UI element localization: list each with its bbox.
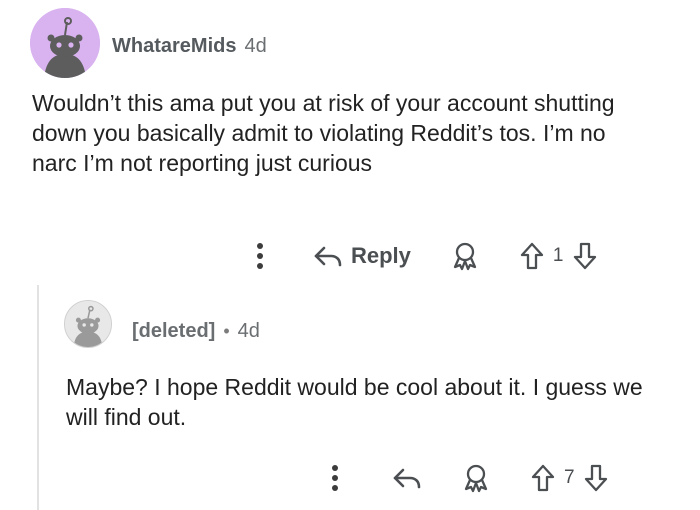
downvote-button[interactable]	[572, 241, 598, 271]
reply-arrow-icon	[314, 246, 342, 267]
comment-body: Wouldn’t this ama put you at risk of you…	[32, 90, 615, 176]
vote-controls: 1	[519, 241, 598, 271]
downvote-arrow-icon	[573, 242, 596, 270]
downvote-arrow-icon	[584, 464, 607, 492]
avatar[interactable]	[30, 8, 100, 78]
vote-count: 1	[552, 245, 564, 266]
snoo-avatar-icon	[65, 301, 111, 347]
comment-meta: WhatareMids 4d	[112, 35, 267, 58]
comment-body: Maybe? I hope Reddit would be cool about…	[66, 374, 643, 430]
reply-label: Reply	[351, 243, 411, 268]
award-button[interactable]	[449, 236, 481, 276]
comment-actions: 7	[320, 458, 609, 498]
vertical-dots-icon	[332, 465, 338, 491]
comment-age: 4d	[237, 320, 260, 342]
award-button[interactable]	[460, 458, 492, 498]
meta-separator: •	[223, 321, 230, 341]
comment: WhatareMids 4d Wouldn’t this ama put you…	[0, 0, 700, 280]
award-icon	[453, 242, 477, 271]
comment-meta: [deleted] • 4d	[132, 320, 260, 343]
username[interactable]: WhatareMids	[112, 35, 236, 58]
snoo-avatar-icon	[30, 8, 100, 78]
avatar[interactable]	[64, 300, 112, 348]
award-icon	[464, 464, 488, 493]
reply-button[interactable]	[392, 458, 422, 498]
username: [deleted]	[132, 320, 216, 342]
upvote-button[interactable]	[530, 463, 556, 493]
vote-controls: 7	[530, 463, 609, 493]
upvote-arrow-icon	[531, 464, 555, 492]
comment-age: 4d	[244, 35, 267, 57]
upvote-button[interactable]	[519, 241, 545, 271]
vote-count: 7	[564, 467, 575, 488]
reply-button[interactable]: Reply	[313, 236, 411, 276]
upvote-arrow-icon	[520, 242, 544, 270]
more-options-button[interactable]	[320, 458, 350, 498]
more-options-button[interactable]	[245, 236, 275, 276]
downvote-button[interactable]	[583, 463, 609, 493]
reply-arrow-icon	[393, 468, 421, 489]
reply-comment: [deleted] • 4d Maybe? I hope Reddit woul…	[0, 280, 700, 510]
vertical-dots-icon	[257, 243, 263, 269]
comment-actions: Reply 1	[245, 236, 598, 276]
